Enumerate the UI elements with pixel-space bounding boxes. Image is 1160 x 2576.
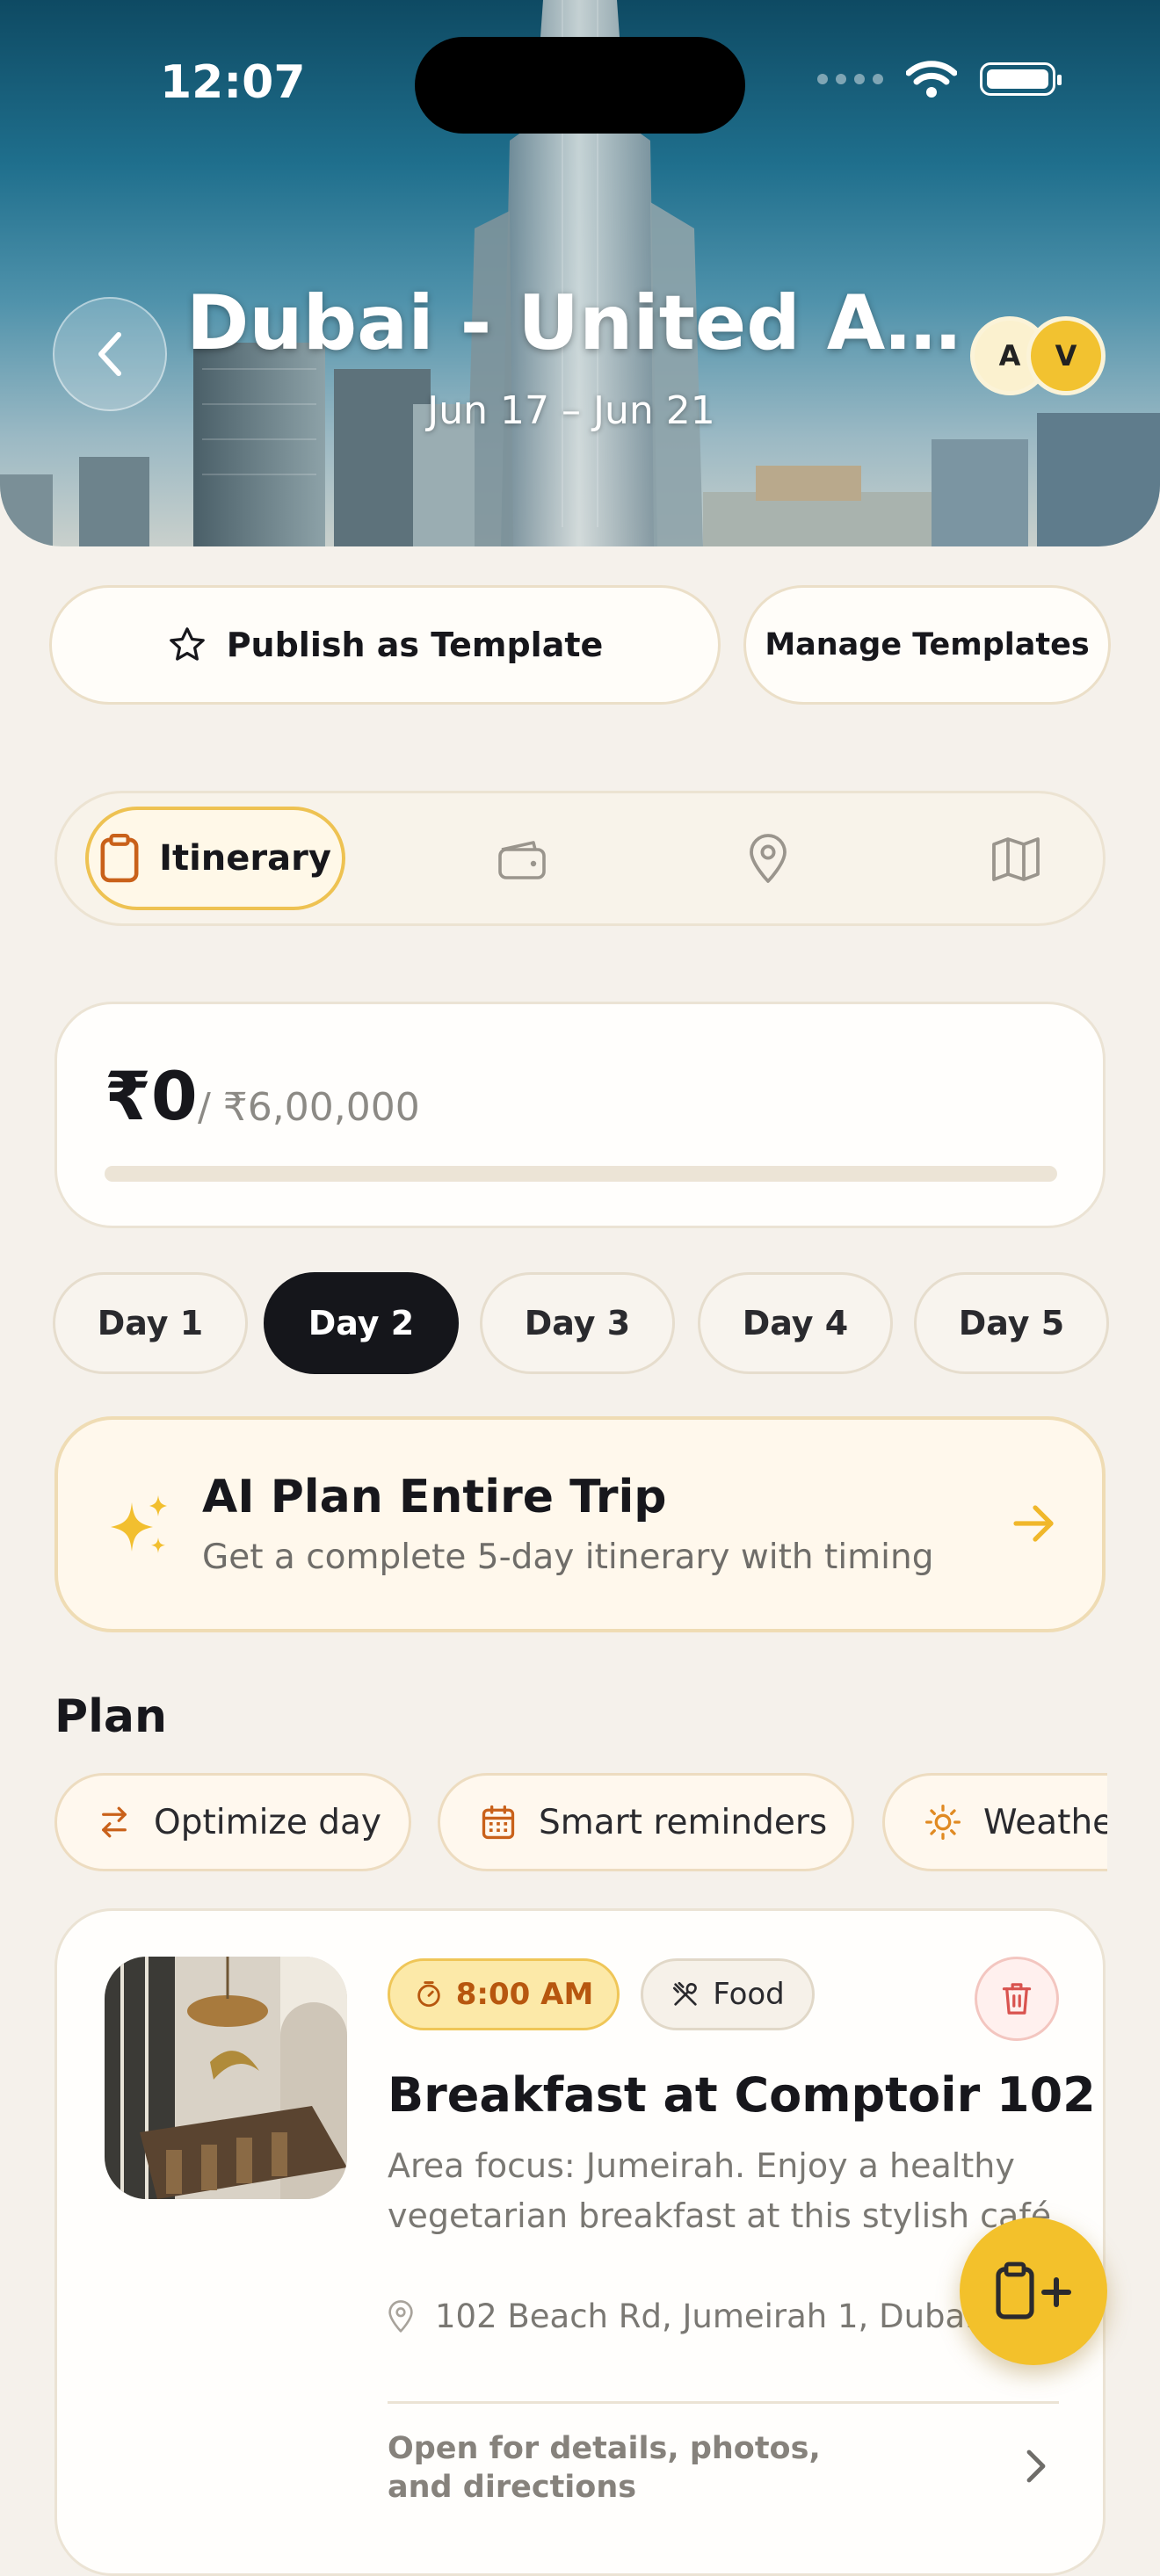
tab-map[interactable]	[985, 829, 1047, 890]
delete-activity-button[interactable]	[975, 1957, 1059, 2041]
ai-plan-title: AI Plan Entire Trip	[202, 1471, 667, 1523]
status-time: 12:07	[160, 56, 306, 109]
activity-description: Area focus: Jumeirah. Enjoy a healthy ve…	[388, 2146, 1052, 2235]
weather-button[interactable]: Weather	[882, 1773, 1107, 1871]
location-pin-icon	[388, 2299, 413, 2333]
budget-total: / ₹6,00,000	[198, 1085, 420, 1130]
optimize-day-label: Optimize day	[154, 1802, 382, 1842]
status-icons	[817, 60, 1062, 98]
smart-reminders-button[interactable]: Smart reminders	[438, 1773, 854, 1871]
sun-icon	[925, 1805, 961, 1840]
map-icon	[992, 837, 1040, 881]
activity-address: 102 Beach Rd, Jumeirah 1, Dubai	[435, 2297, 975, 2335]
activity-title: Breakfast at Comptoir 102	[388, 2067, 1096, 2123]
swap-arrows-icon	[102, 1806, 127, 1838]
activity-time-badge[interactable]: 8:00 AM	[388, 1958, 620, 2030]
back-button[interactable]	[53, 297, 167, 411]
tab-budget[interactable]	[491, 829, 553, 890]
weather-label: Weather	[983, 1802, 1107, 1842]
tab-places[interactable]	[737, 829, 799, 890]
activity-divider	[388, 2401, 1059, 2404]
ai-plan-trip-card[interactable]: AI Plan Entire Trip Get a complete 5-day…	[54, 1416, 1106, 1632]
tab-itinerary[interactable]: Itinerary	[85, 807, 345, 910]
day-chip-4[interactable]: Day 4	[698, 1272, 893, 1374]
member-avatar-v[interactable]: V	[1026, 316, 1106, 395]
activity-location[interactable]: 102 Beach Rd, Jumeirah 1, Dubai	[388, 2297, 974, 2335]
battery-icon	[980, 62, 1062, 96]
optimize-day-button[interactable]: Optimize day	[54, 1773, 411, 1871]
arrow-right-icon	[1013, 1505, 1054, 1542]
budget-progress-bar	[105, 1166, 1057, 1182]
day-chip-3[interactable]: Day 3	[480, 1272, 675, 1374]
activity-category-badge: Food	[641, 1958, 815, 2030]
clipboard-icon	[100, 834, 139, 883]
budget-card[interactable]: ₹0 / ₹6,00,000	[54, 1002, 1106, 1228]
smart-reminders-label: Smart reminders	[539, 1802, 828, 1842]
cellular-signal-icon	[817, 74, 883, 84]
star-icon	[169, 627, 205, 661]
timer-icon	[417, 1981, 440, 2008]
add-activity-fab[interactable]	[960, 2218, 1107, 2365]
dynamic-island	[415, 37, 745, 134]
day-chip-2[interactable]: Day 2	[264, 1272, 459, 1374]
plan-heading: Plan	[54, 1690, 168, 1743]
budget-spent: ₹0	[105, 1057, 198, 1135]
activity-photo	[105, 1957, 347, 2199]
trip-dates: Jun 17 – Jun 21	[427, 388, 715, 433]
trip-hero-header: 12:07 Dubai - United Arab Emirates Jun 1…	[0, 0, 1160, 546]
location-pin-icon	[750, 834, 787, 883]
sparkles-icon	[111, 1495, 167, 1553]
trash-icon	[1002, 1983, 1032, 2015]
wifi-icon	[906, 61, 957, 98]
calendar-icon	[482, 1805, 515, 1840]
activity-card[interactable]: 8:00 AM Food Breakfast at Comptoir 102 A…	[54, 1908, 1106, 2576]
manage-templates-label: Manage Templates	[765, 627, 1090, 662]
plan-tools-row: Optimize day Smart reminders Weather	[54, 1773, 1107, 1875]
wallet-icon	[498, 841, 546, 879]
activity-category: Food	[713, 1977, 785, 2012]
activity-time: 8:00 AM	[455, 1977, 594, 2012]
publish-template-label: Publish as Template	[226, 626, 604, 664]
fork-knife-icon	[673, 1981, 698, 2006]
chevron-right-icon[interactable]	[1024, 2447, 1048, 2486]
chevron-left-icon	[98, 332, 121, 376]
tab-itinerary-label: Itinerary	[159, 838, 331, 879]
activity-open-details[interactable]: Open for details, photos, and directions	[388, 2429, 880, 2507]
trip-title: Dubai - United Arab Emirates	[186, 279, 968, 367]
publish-template-button[interactable]: Publish as Template	[49, 585, 721, 705]
day-chip-5[interactable]: Day 5	[914, 1272, 1109, 1374]
ai-plan-subtitle: Get a complete 5-day itinerary with timi…	[202, 1538, 934, 1577]
manage-templates-button[interactable]: Manage Templates	[743, 585, 1111, 705]
clipboard-plus-icon	[996, 2261, 1071, 2319]
section-tabs: Itinerary	[54, 791, 1106, 926]
day-chip-1[interactable]: Day 1	[53, 1272, 248, 1374]
